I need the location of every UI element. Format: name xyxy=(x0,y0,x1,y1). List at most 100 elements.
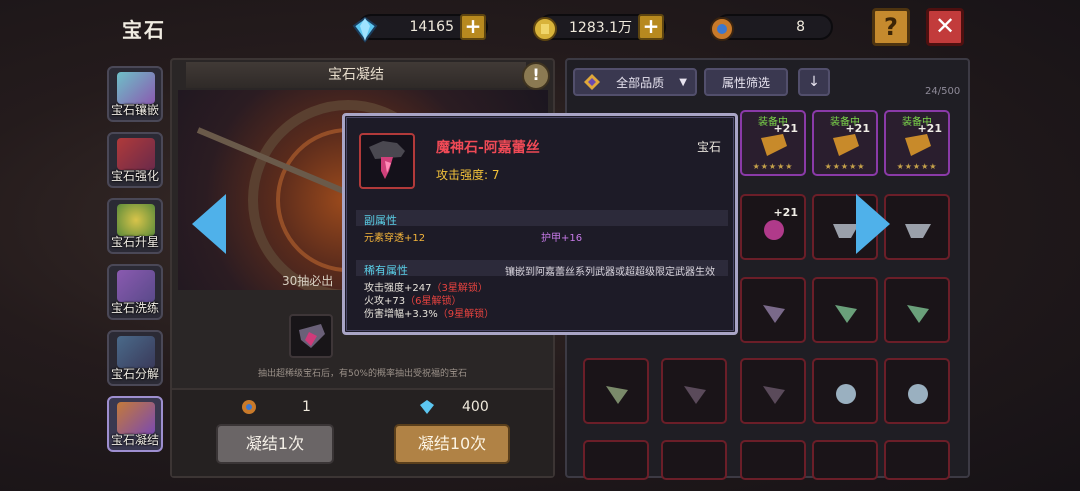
gem-icon xyxy=(905,134,931,156)
arrow-down-icon: ↓ xyxy=(808,74,820,90)
gem-slot[interactable] xyxy=(884,194,950,260)
tab-label: 宝石洗练 xyxy=(110,301,159,315)
tab-label: 宝石凝结 xyxy=(110,433,159,447)
gem-slot[interactable] xyxy=(812,440,878,480)
tab-gem-enhance[interactable]: 宝石强化 xyxy=(107,132,163,188)
gem-slot[interactable] xyxy=(740,277,806,343)
star-icon xyxy=(117,204,155,236)
gem-reroll-icon xyxy=(117,270,155,302)
fusion-title: 宝石凝结 xyxy=(186,62,526,88)
info-button[interactable]: ! xyxy=(522,62,550,90)
add-gold-button[interactable]: + xyxy=(638,14,664,40)
tooltip-gem-slot xyxy=(359,133,415,189)
gem-icon xyxy=(835,305,857,323)
gem-slot[interactable] xyxy=(884,277,950,343)
gem-icon xyxy=(761,134,787,156)
tab-label: 宝石镶嵌 xyxy=(110,103,159,117)
diamond-icon xyxy=(420,400,434,414)
gem-name: 魔神石-阿嘉蕾丝 xyxy=(436,140,540,156)
next-arrow-icon[interactable] xyxy=(856,194,890,254)
gem-slot[interactable] xyxy=(884,358,950,424)
attribute-filter-button[interactable]: 属性筛选 xyxy=(704,68,788,96)
summon-token-icon xyxy=(242,400,256,414)
gem-icon xyxy=(763,305,785,323)
gem-icon xyxy=(908,384,928,404)
rare-stats-header: 稀有属性 xyxy=(364,264,408,277)
gem-slot[interactable]: 装备中 +21 ★★★★★ xyxy=(884,110,950,176)
previous-arrow-icon[interactable] xyxy=(192,194,226,254)
rare-stats-note: 镶嵌到阿嘉蕾丝系列武器或超超级限定武器生效 xyxy=(505,267,715,278)
fuse-ten-button[interactable]: 凝结10次 xyxy=(394,424,510,464)
single-cost: 1 xyxy=(302,399,311,415)
gem-slot[interactable] xyxy=(812,358,878,424)
tab-gem-dismantle[interactable]: 宝石分解 xyxy=(107,330,163,386)
token-amount: 8 xyxy=(796,19,805,35)
rare-stat-lock: （9星解锁） xyxy=(437,309,495,320)
fuse-once-button[interactable]: 凝结1次 xyxy=(216,424,334,464)
gem-fusion-icon xyxy=(117,402,155,434)
gem-icon xyxy=(905,224,931,238)
gem-icon xyxy=(299,324,325,348)
gem-stars: ★★★★★ xyxy=(896,162,938,171)
tab-gem-reroll[interactable]: 宝石洗练 xyxy=(107,264,163,320)
gem-slot[interactable]: 装备中 +21 ★★★★★ xyxy=(812,110,878,176)
multi-cost: 400 xyxy=(462,399,489,415)
gem-inlay-icon xyxy=(117,72,155,104)
chevron-down-icon: ▼ xyxy=(679,76,687,88)
gem-icon xyxy=(907,305,929,323)
diamond-amount: 14165 xyxy=(409,19,454,35)
gem-slot[interactable] xyxy=(740,440,806,480)
tab-label: 宝石强化 xyxy=(110,169,159,183)
gem-slot[interactable] xyxy=(884,440,950,480)
quality-filter-label: 全部品质 xyxy=(616,75,665,90)
gold-coin-icon xyxy=(533,17,557,41)
fusion-description: 抽出超稀级宝石后，有50%的概率抽出受祝福的宝石 xyxy=(257,369,467,379)
diamond-icon xyxy=(352,16,378,43)
gem-stars: ★★★★★ xyxy=(752,162,794,171)
close-button[interactable]: ✕ xyxy=(926,8,964,46)
preview-gem-slot[interactable] xyxy=(289,314,333,358)
sub-stats-header: 副属性 xyxy=(364,214,397,227)
gem-stars: ★★★★★ xyxy=(824,162,866,171)
gem-slot[interactable]: +21 xyxy=(740,194,806,260)
gem-icon xyxy=(833,134,859,156)
rarity-icon xyxy=(584,74,600,90)
diamond-currency: 14165 + xyxy=(352,14,488,43)
page-title: 宝石 xyxy=(122,18,166,42)
gem-icon xyxy=(684,386,706,404)
sub-stats-header-row xyxy=(356,210,728,226)
tab-gem-fusion[interactable]: 宝石凝结 xyxy=(107,396,163,452)
gem-slot[interactable] xyxy=(740,358,806,424)
token-currency: 8 xyxy=(710,14,833,41)
gem-icon xyxy=(606,386,628,404)
quality-filter-dropdown[interactable]: 全部品质 ▼ xyxy=(573,68,697,96)
gem-slot[interactable]: 装备中 +21 ★★★★★ xyxy=(740,110,806,176)
tab-gem-star-up[interactable]: 宝石升星 xyxy=(107,198,163,254)
add-diamond-button[interactable]: + xyxy=(460,14,486,40)
gem-category: 宝石 xyxy=(697,140,722,154)
summon-token-icon xyxy=(710,17,734,41)
gem-enhance-icon xyxy=(117,138,155,170)
tab-label: 宝石分解 xyxy=(110,367,159,381)
help-button[interactable]: ? xyxy=(872,8,910,46)
gem-slot[interactable] xyxy=(661,440,727,480)
gem-icon xyxy=(763,386,785,404)
gem-slot[interactable] xyxy=(661,358,727,424)
inventory-count: 24/500 xyxy=(925,86,961,97)
gem-dismantle-icon xyxy=(117,336,155,368)
rare-stat-value: 伤害增幅+3.3% xyxy=(364,309,438,320)
rare-stat-line: 伤害增幅+3.3%（9星解锁） xyxy=(364,305,494,320)
gold-amount: 1283.1万 xyxy=(569,20,632,36)
sub-stat-right: 护甲+16 xyxy=(541,233,583,244)
sort-button[interactable]: ↓ xyxy=(798,68,830,96)
gem-slot[interactable] xyxy=(583,358,649,424)
gem-slot[interactable] xyxy=(583,440,649,480)
pity-text: 30抽必出 xyxy=(282,274,334,288)
sub-stat-left: 元素穿透+12 xyxy=(364,233,426,244)
gold-currency: 1283.1万 + xyxy=(533,14,666,41)
gem-slot[interactable] xyxy=(812,277,878,343)
gem-icon xyxy=(764,220,784,240)
tab-gem-inlay[interactable]: 宝石镶嵌 xyxy=(107,66,163,122)
gem-main-stat: 攻击强度: 7 xyxy=(436,168,500,182)
tab-label: 宝石升星 xyxy=(110,235,159,249)
